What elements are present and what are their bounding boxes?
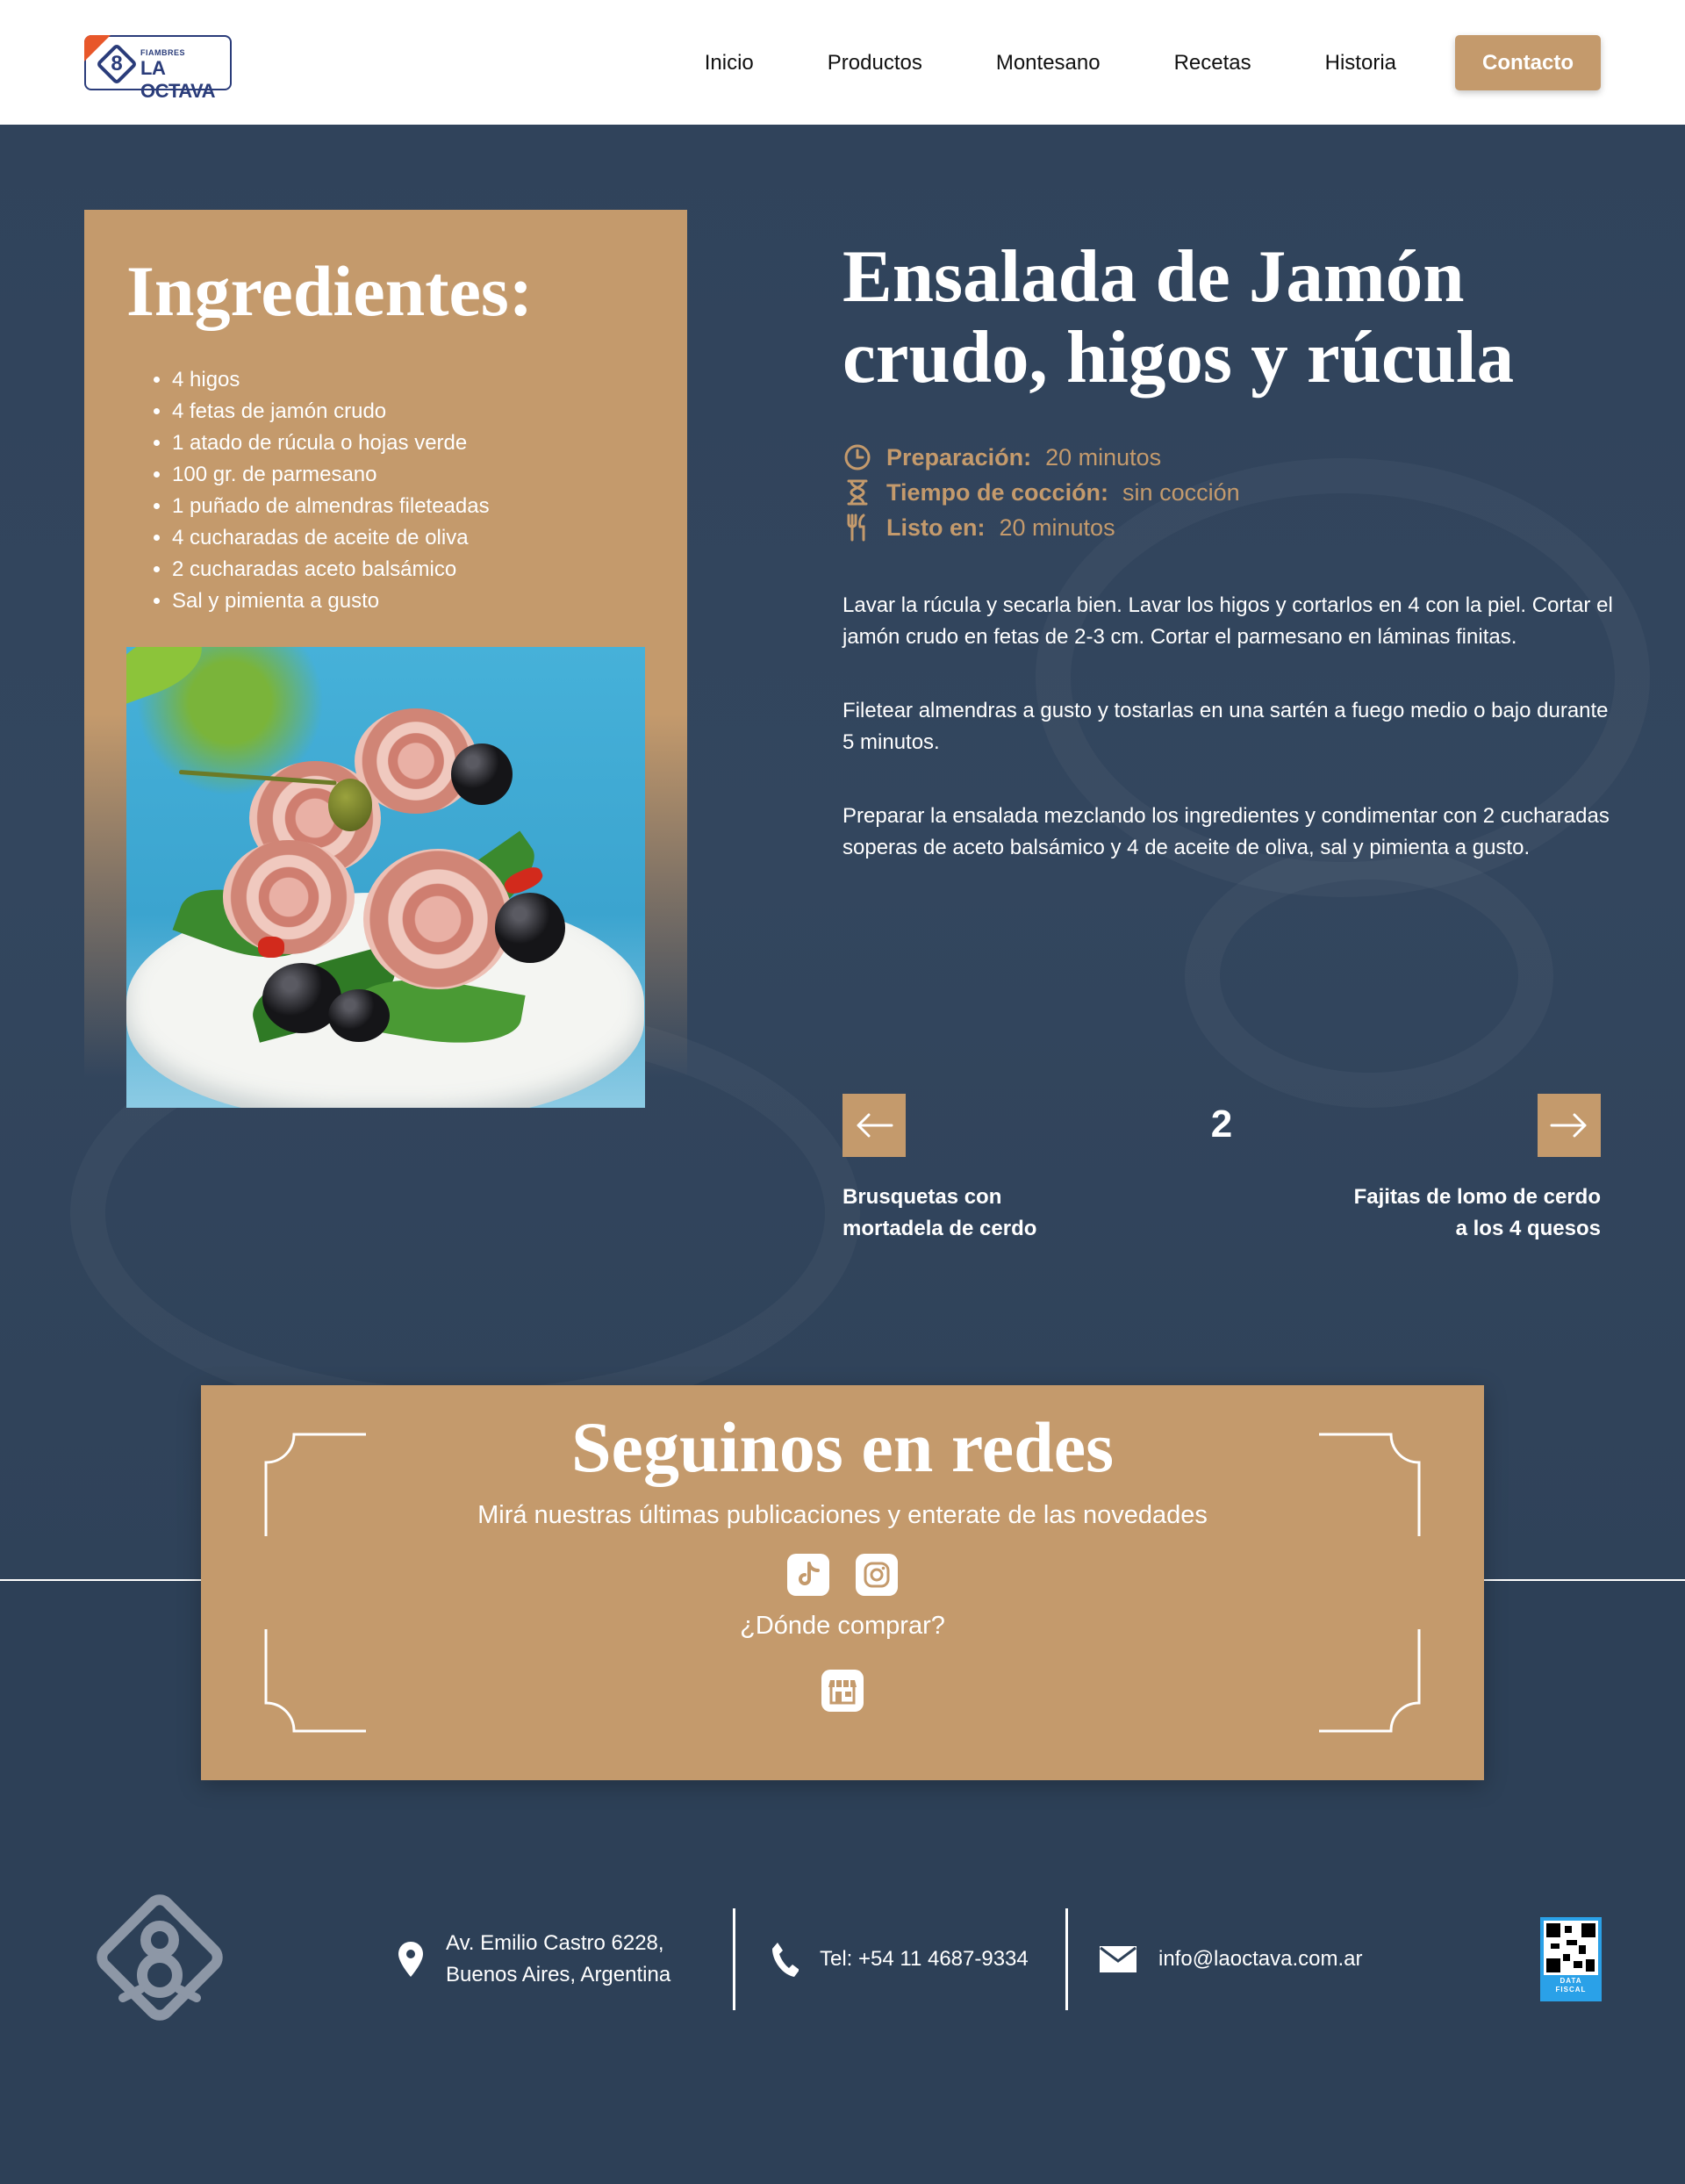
where-to-buy-label: ¿Dónde comprar? — [740, 1612, 945, 1640]
ingredient-item: 4 fetas de jamón crudo — [172, 396, 490, 427]
nav-inicio[interactable]: Inicio — [705, 51, 754, 75]
map-pin-icon — [397, 1940, 425, 1979]
logo-big-text: LA OCTAVA — [140, 57, 216, 102]
prev-recipe-link[interactable]: Brusquetas con mortadela de cerdo — [842, 1182, 1106, 1245]
page-number: 2 — [1210, 1103, 1233, 1146]
utensils-icon — [842, 514, 872, 542]
recipe-title: Ensalada de Jamón crudo, higos y rúcula — [842, 235, 1515, 399]
site-header: 8 FIAMBRES LA OCTAVA Inicio Productos Mo… — [0, 0, 1685, 125]
tiktok-icon[interactable] — [787, 1554, 829, 1596]
social-card: Seguinos en redes Mirá nuestras últimas … — [201, 1385, 1484, 1780]
phone-text[interactable]: Tel: +54 11 4687-9334 — [820, 1943, 1029, 1975]
mail-icon — [1099, 1945, 1137, 1973]
meta-label: Listo en: — [886, 514, 986, 541]
footer-logo[interactable] — [84, 1882, 235, 2033]
ingredients-card: Ingredientes: 4 higos 4 fetas de jamón c… — [84, 210, 687, 1108]
meta-coccion: Tiempo de cocción: sin cocción — [842, 475, 1240, 510]
logo-number: 8 — [111, 52, 123, 75]
store-icon[interactable] — [821, 1670, 864, 1712]
ingredient-item: 4 cucharadas de aceite de oliva — [172, 522, 490, 554]
footer-divider — [1065, 1908, 1068, 2010]
next-recipe-button[interactable] — [1538, 1094, 1601, 1157]
clock-icon — [842, 443, 872, 471]
main-nav: Inicio Productos Montesano Recetas Histo… — [705, 35, 1601, 90]
social-title: Seguinos en redes — [570, 1407, 1115, 1487]
footer-email[interactable]: info@laoctava.com.ar — [1099, 1908, 1362, 2010]
recipe-step: Filetear almendras a gusto y tostarlas e… — [842, 699, 1609, 754]
qr-code-icon — [1544, 1921, 1598, 1975]
meta-value: 20 minutos — [999, 514, 1115, 541]
recipe-pager: 2 Brusquetas con mortadela de cerdo Faji… — [842, 1094, 1601, 1243]
footer-address: Av. Emilio Castro 6228, Buenos Aires, Ar… — [397, 1908, 670, 2010]
meta-label: Preparación: — [886, 443, 1032, 471]
email-text[interactable]: info@laoctava.com.ar — [1158, 1943, 1362, 1975]
arrow-right-icon — [1550, 1113, 1587, 1138]
recipe-step: Preparar la ensalada mezclando los ingre… — [842, 804, 1610, 859]
nav-recetas[interactable]: Recetas — [1174, 51, 1251, 75]
footer-logo-icon — [97, 1894, 223, 2021]
address-line: Av. Emilio Castro 6228, — [446, 1931, 664, 1955]
social-subtitle: Mirá nuestras últimas publicaciones y en… — [477, 1501, 1208, 1529]
social-icons — [201, 1554, 1484, 1596]
recipe-step: Lavar la rúcula y secarla bien. Lavar lo… — [842, 593, 1613, 649]
meta-preparacion: Preparación: 20 minutos — [842, 440, 1240, 475]
ingredient-item: 2 cucharadas aceto balsámico — [172, 554, 490, 586]
ingredients-list: 4 higos 4 fetas de jamón crudo 1 atado d… — [172, 364, 490, 617]
nav-productos[interactable]: Productos — [828, 51, 922, 75]
ingredient-item: Sal y pimienta a gusto — [172, 586, 490, 617]
brand-logo[interactable]: 8 FIAMBRES LA OCTAVA — [84, 35, 232, 102]
ingredient-item: 1 puñado de almendras fileteadas — [172, 491, 490, 522]
footer-divider — [733, 1908, 735, 2010]
salad-photo — [126, 647, 645, 1108]
ingredient-item: 100 gr. de parmesano — [172, 459, 490, 491]
ingredient-item: 1 atado de rúcula o hojas verde — [172, 427, 490, 459]
recipe-meta: Preparación: 20 minutos Tiempo de cocció… — [842, 440, 1240, 545]
meta-listo: Listo en: 20 minutos — [842, 510, 1240, 545]
nav-montesano[interactable]: Montesano — [996, 51, 1101, 75]
address-line: Buenos Aires, Argentina — [446, 1963, 671, 1986]
meta-value: 20 minutos — [1045, 443, 1162, 471]
meta-value: sin cocción — [1122, 478, 1240, 506]
data-fiscal-qr[interactable]: DATA FISCAL — [1540, 1917, 1602, 2001]
footer-phone[interactable]: Tel: +54 11 4687-9334 — [771, 1908, 1029, 2010]
ingredient-item: 4 higos — [172, 364, 490, 396]
next-recipe-link[interactable]: Fajitas de lomo de cerdo a los 4 quesos — [1337, 1182, 1601, 1245]
phone-icon — [771, 1940, 799, 1979]
ingredients-title: Ingredientes: — [126, 251, 534, 331]
recipe-steps: Lavar la rúcula y secarla bien. Lavar lo… — [842, 590, 1615, 906]
meta-label: Tiempo de cocción: — [886, 478, 1109, 506]
hourglass-icon — [842, 478, 872, 506]
qr-caption: DATA FISCAL — [1555, 1977, 1587, 1994]
instagram-icon[interactable] — [856, 1554, 898, 1596]
nav-historia[interactable]: Historia — [1325, 51, 1396, 75]
contacto-button[interactable]: Contacto — [1455, 35, 1601, 90]
logo-small-text: FIAMBRES — [140, 48, 185, 57]
